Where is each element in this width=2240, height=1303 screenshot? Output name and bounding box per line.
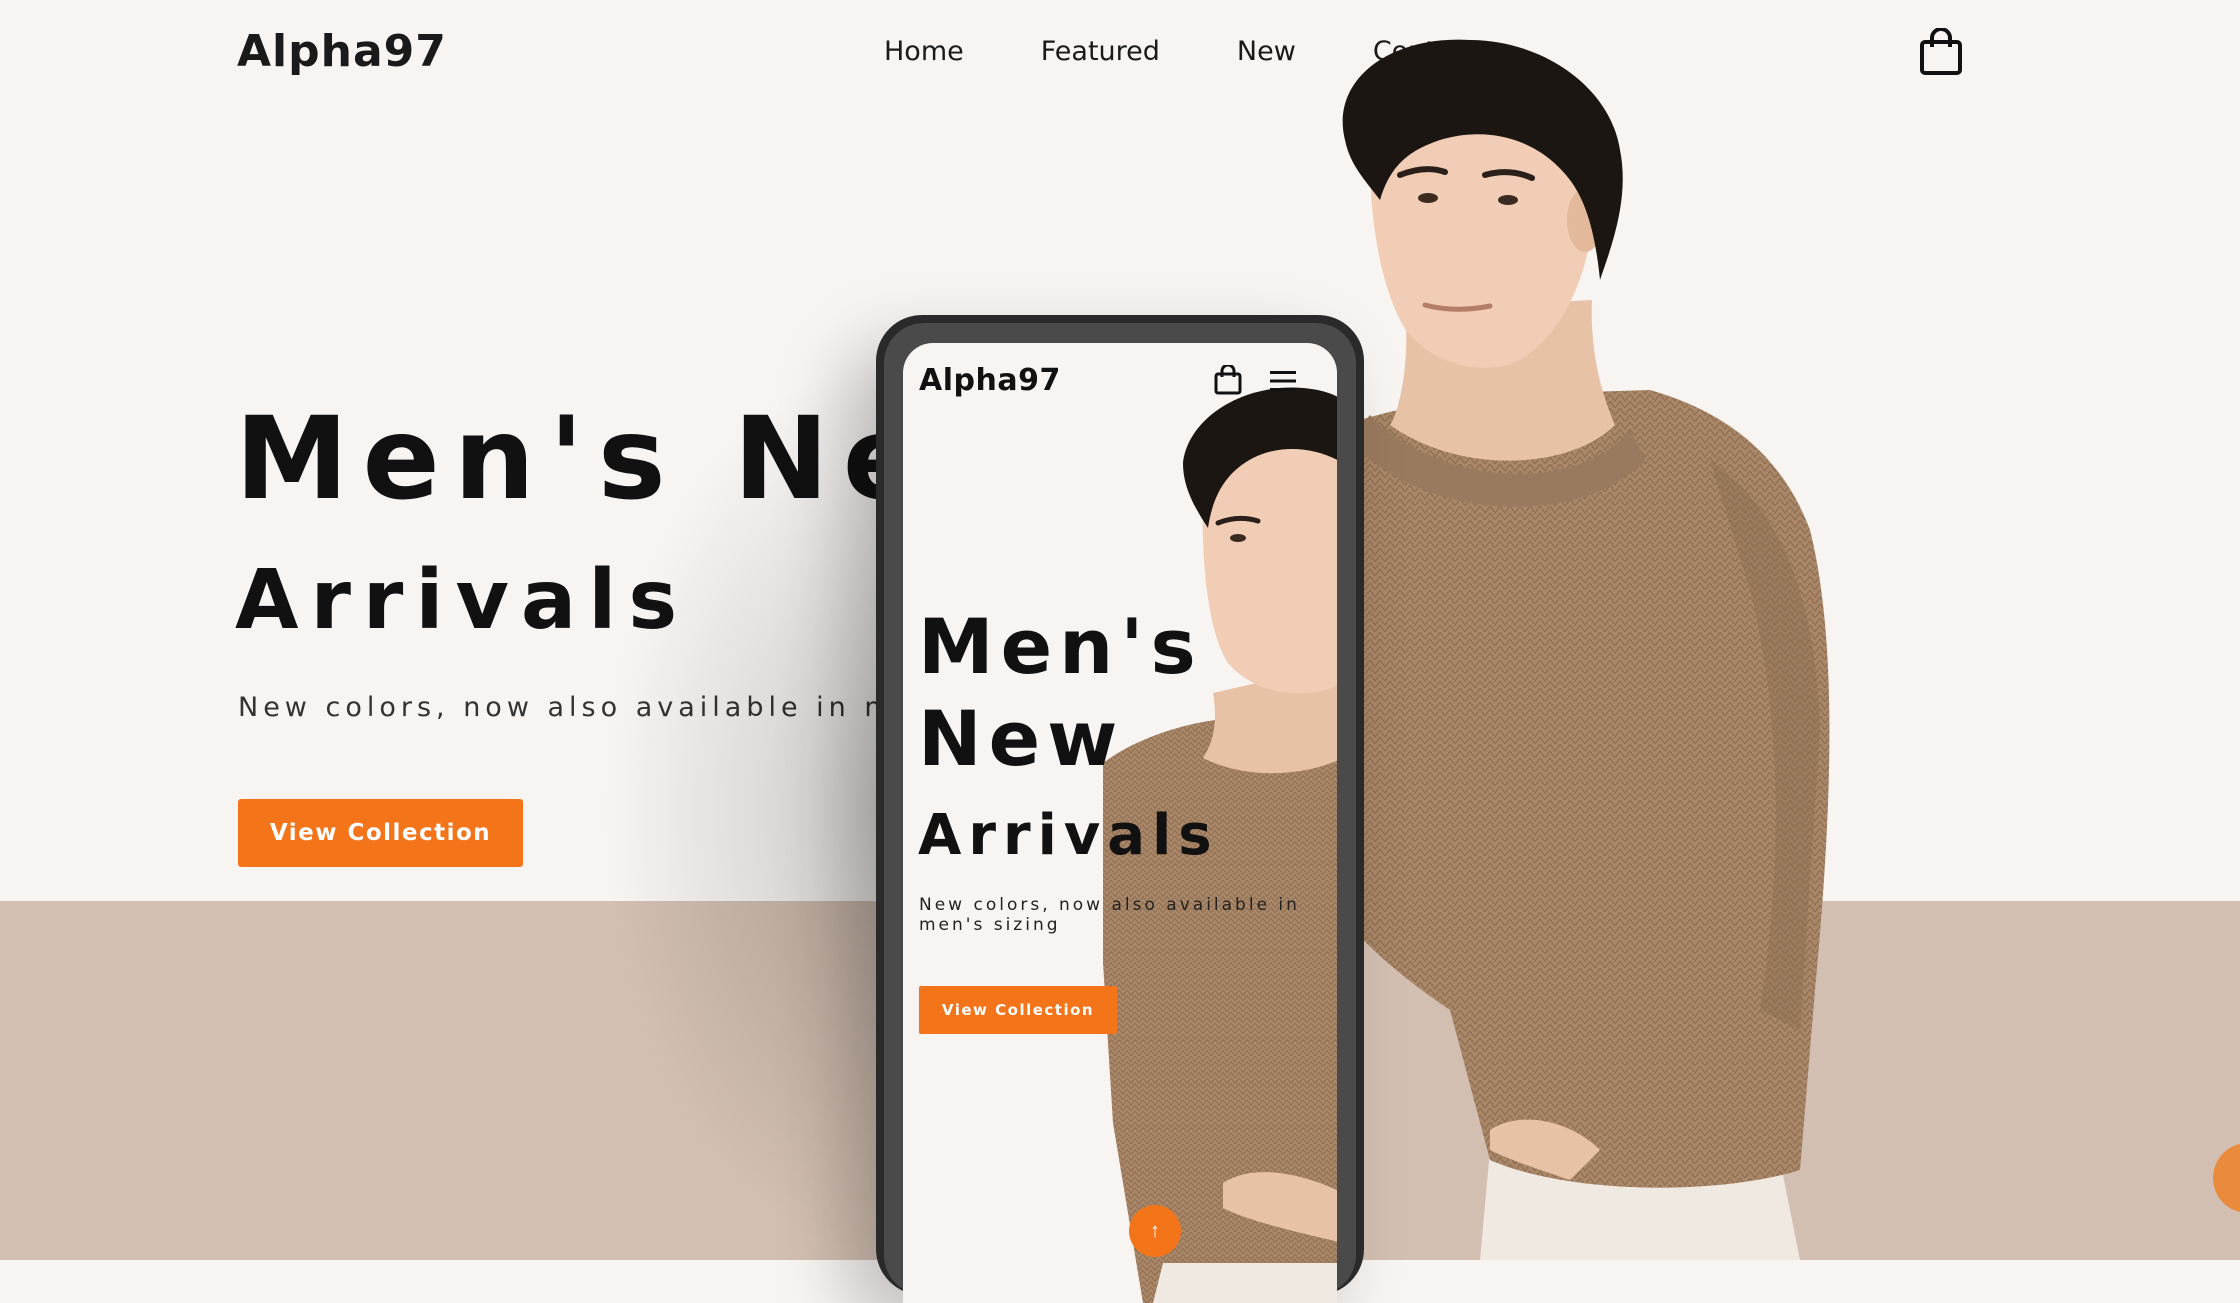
nav-home[interactable]: Home — [884, 36, 964, 76]
mobile-shopping-bag-icon[interactable] — [1214, 365, 1242, 395]
phone-shadow — [600, 360, 880, 1260]
mobile-site-logo[interactable]: Alpha97 — [919, 363, 1061, 398]
mobile-hero-subtitle: New colors, now also available in men's … — [919, 895, 1300, 935]
phone-mockup: Alpha97 Men's New Arrivals New colors, n… — [876, 315, 1364, 1303]
phone-screen: Alpha97 Men's New Arrivals New colors, n… — [903, 343, 1337, 1303]
arrow-up-icon: ↑ — [1150, 1220, 1160, 1242]
mobile-title-line1: Men's — [918, 602, 1203, 691]
hamburger-menu-icon[interactable] — [1269, 370, 1297, 392]
mobile-hero-title: Men's New — [918, 601, 1328, 785]
mobile-view-collection-button[interactable]: View Collection — [919, 986, 1117, 1034]
nav-featured[interactable]: Featured — [1041, 36, 1160, 76]
site-logo[interactable]: Alpha97 — [237, 26, 447, 77]
mobile-title-line2: New — [918, 694, 1125, 783]
view-collection-button[interactable]: View Collection — [238, 799, 523, 867]
scroll-to-top-button[interactable]: ↑ — [1129, 1205, 1181, 1257]
shopping-bag-icon[interactable] — [1918, 28, 1964, 76]
mobile-title-line3: Arrivals — [918, 803, 1219, 868]
